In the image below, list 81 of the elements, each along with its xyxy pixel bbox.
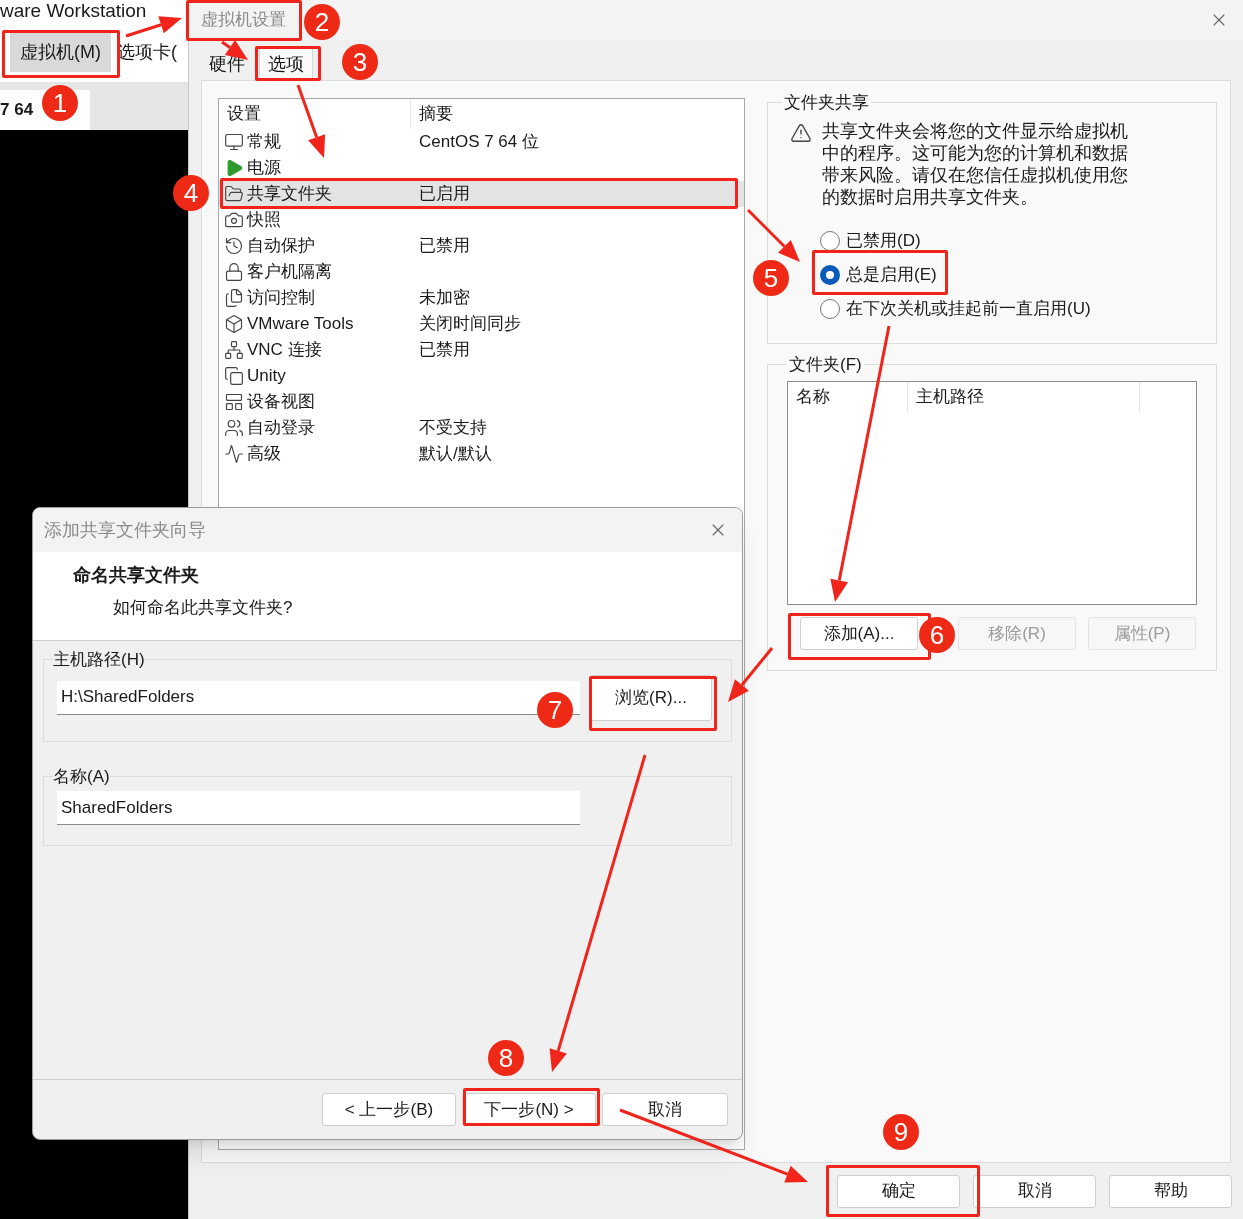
wizard-heading: 命名共享文件夹 [73,564,199,587]
setting-name: 访问控制 [247,287,315,310]
setting-name: 设备视图 [247,391,315,414]
settings-row[interactable]: 常规 CentOS 7 64 位 [219,129,744,155]
app-title: ware Workstation [0,0,148,22]
files-icon [224,288,244,308]
setting-name: 自动登录 [247,417,315,440]
arrow [125,16,182,38]
radio-button[interactable] [820,230,840,251]
radio-label: 总是启用(E) [846,263,937,286]
dialog-title: 添加共享文件夹向导 [44,518,206,542]
tab[interactable]: 硬件 [201,48,253,80]
setting-summary: CentOS 7 64 位 [419,131,539,154]
settings-row[interactable]: 自动登录 不受支持 [219,415,744,441]
setting-name: 高级 [247,443,281,466]
radio-button[interactable] [820,264,840,285]
activity-icon [224,444,244,464]
radio-button[interactable] [820,298,840,319]
setting-summary: 默认/默认 [419,443,492,466]
dialog-button[interactable]: 取消 [973,1174,1096,1208]
monitor-icon [224,132,244,152]
lock-icon [224,262,244,282]
settings-row[interactable]: 电源 [219,155,744,181]
radio-label: 已禁用(D) [846,229,921,252]
setting-name: 常规 [247,131,281,154]
setting-summary: 不受支持 [419,417,487,440]
wizard-button[interactable]: 取消 [602,1093,728,1126]
setting-name: 客户机隔离 [247,261,332,284]
settings-row[interactable]: 共享文件夹 已启用 [219,181,744,207]
text-field[interactable]: SharedFolders [57,791,580,825]
setting-name: VMware Tools [247,313,354,336]
column-header: 摘要 [418,103,453,126]
wizard-button[interactable]: < 上一步(B) [322,1093,456,1126]
camera-icon [224,210,244,230]
highlight-frame [255,46,321,81]
setting-summary: 已启用 [419,183,470,206]
setting-name: 自动保护 [247,235,315,258]
group-title: 主机路径(H) [53,649,145,671]
dialog-button[interactable]: 帮助 [1109,1174,1232,1208]
settings-row[interactable]: VMware Tools 关闭时间同步 [219,311,744,337]
settings-row[interactable]: 高级 默认/默认 [219,441,744,467]
dialog-button[interactable]: 确定 [837,1174,960,1208]
warning-text: 共享文件夹会将您的文件显示给虚拟机中的程序。这可能为您的计算机和数据带来风险。请仅在您信任虚拟机使用您的数据时启用共享文件夹。 [822,119,1129,208]
setting-name: 电源 [247,157,281,180]
history-icon [224,236,244,256]
wizard-subheading: 如何命名此共享文件夹? [113,597,293,619]
settings-row[interactable]: VNC 连接 已禁用 [219,337,744,363]
network-icon [224,340,244,360]
column-header: 设置 [219,99,411,129]
settings-row[interactable]: 设备视图 [219,389,744,415]
setting-name: VNC 连接 [247,339,322,362]
group-title: 名称(A) [53,765,110,788]
setting-summary: 已禁用 [419,235,470,258]
browse-button[interactable]: 浏览(R)... [590,674,712,721]
setting-name: 共享文件夹 [247,183,332,206]
settings-row[interactable]: 自动保护 已禁用 [219,233,744,259]
radio-label: 在下次关机或挂起前一直启用(U) [846,297,1091,320]
group-title: 文件夹(F) [788,353,863,376]
arrow [728,647,774,702]
setting-summary: 已禁用 [419,339,470,362]
warning-icon [790,121,812,144]
setting-name: 快照 [247,209,281,232]
settings-row[interactable]: Unity [219,363,744,389]
column-header: 主机路径 [908,382,1140,412]
column-header: 名称 [788,382,908,412]
setting-name: Unity [247,365,286,388]
users-icon [224,418,244,438]
setting-summary: 未加密 [419,287,470,310]
copy-icon [224,366,244,386]
settings-row[interactable]: 客户机隔离 [219,259,744,285]
action-button[interactable]: 添加(A)... [800,617,918,650]
setting-summary: 关闭时间同步 [419,313,521,336]
settings-row[interactable]: 访问控制 未加密 [219,285,744,311]
group-title: 文件夹共享 [783,92,870,114]
arrow [746,208,800,262]
layout-icon [224,392,244,412]
box-icon [224,314,244,334]
window-title: 虚拟机设置 [201,9,286,32]
menu-item[interactable]: 虚拟机(M) [10,32,111,72]
settings-row[interactable]: 快照 [219,207,744,233]
folder-icon [224,184,244,204]
